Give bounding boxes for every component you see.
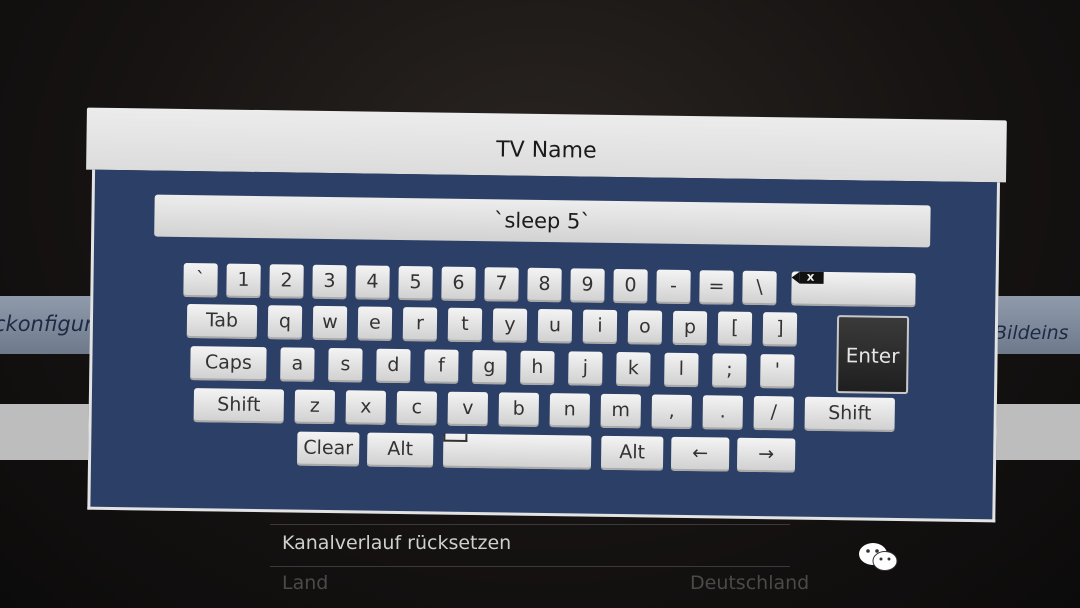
key-caps[interactable]: Caps: [190, 346, 267, 382]
key-y[interactable]: y: [492, 308, 528, 343]
key-f[interactable]: f: [424, 349, 459, 384]
key-4[interactable]: 4: [355, 265, 390, 300]
key-0[interactable]: 0: [613, 268, 648, 304]
key-period[interactable]: .: [702, 395, 743, 430]
key-x[interactable]: x: [345, 390, 387, 425]
key-minus[interactable]: -: [656, 269, 691, 305]
menu-item-reset-channel-history[interactable]: Kanalverlauf rücksetzen: [282, 532, 511, 554]
key-backtick[interactable]: `: [183, 262, 218, 298]
key-u[interactable]: u: [537, 308, 573, 344]
key-left-arrow[interactable]: ←: [670, 436, 730, 472]
menu-item-country[interactable]: Land: [282, 572, 328, 594]
key-k[interactable]: k: [616, 352, 651, 387]
backspace-icon: [799, 271, 824, 284]
key-c[interactable]: c: [396, 390, 438, 426]
key-w[interactable]: w: [312, 305, 348, 341]
space-key[interactable]: [442, 433, 592, 470]
key-quote[interactable]: ': [760, 354, 795, 389]
key-t[interactable]: t: [447, 307, 483, 343]
key-right-bracket[interactable]: ]: [762, 312, 798, 347]
key-r[interactable]: r: [402, 307, 438, 342]
key-a[interactable]: a: [280, 347, 315, 382]
key-z[interactable]: z: [294, 389, 336, 425]
key-comma[interactable]: ,: [651, 394, 692, 430]
key-g[interactable]: g: [472, 350, 507, 385]
space-icon: [443, 433, 468, 442]
key-p[interactable]: p: [672, 310, 708, 346]
key-n[interactable]: n: [549, 393, 591, 428]
key-v[interactable]: v: [447, 391, 489, 427]
key-m[interactable]: m: [600, 393, 641, 429]
key-clear[interactable]: Clear: [296, 431, 360, 467]
key-equals[interactable]: =: [699, 270, 734, 305]
key-alt[interactable]: Alt: [366, 432, 434, 468]
key-5[interactable]: 5: [398, 265, 433, 301]
key-slash[interactable]: /: [753, 395, 794, 431]
divider: [270, 566, 790, 567]
tv-name-dialog: TV Name `sleep 5` ` 1 2 3 4 5 6 7 8 9 0- = \ Tab q w e r t…: [81, 107, 1007, 537]
key-6[interactable]: 6: [441, 266, 476, 302]
key-j[interactable]: j: [568, 351, 603, 386]
key-q[interactable]: q: [267, 305, 303, 340]
menu-item-country-value: Deutschland: [690, 572, 810, 594]
key-i[interactable]: i: [582, 309, 618, 345]
key-h[interactable]: h: [520, 350, 555, 386]
key-tab[interactable]: Tab: [186, 304, 258, 339]
key-7[interactable]: 7: [484, 267, 519, 302]
key-shift[interactable]: Shift: [804, 396, 895, 432]
backspace-key[interactable]: [791, 271, 916, 308]
key-left-bracket[interactable]: [: [717, 311, 753, 346]
key-o[interactable]: o: [627, 310, 663, 345]
key-l[interactable]: l: [664, 352, 699, 388]
key-3[interactable]: 3: [312, 264, 347, 300]
key-alt[interactable]: Alt: [600, 435, 664, 471]
background-menu-label-right: Bildeins: [994, 322, 1069, 344]
wechat-icon: [859, 543, 898, 571]
key-2[interactable]: 2: [269, 264, 304, 299]
key-backslash[interactable]: \: [742, 270, 777, 306]
key-8[interactable]: 8: [527, 267, 562, 303]
enter-key[interactable]: Enter: [836, 315, 910, 395]
key-shift[interactable]: Shift: [193, 388, 285, 424]
key-s[interactable]: s: [328, 347, 363, 383]
key-right-arrow[interactable]: →: [736, 437, 796, 473]
keyboard-panel: `sleep 5` ` 1 2 3 4 5 6 7 8 9 0- = \ Tab q w e r t y u i o p [] C…: [87, 169, 1000, 523]
key-b[interactable]: b: [498, 392, 540, 427]
key-e[interactable]: e: [357, 306, 393, 341]
background-menu-label-left: ckonfigur: [0, 312, 93, 336]
tv-name-input[interactable]: `sleep 5`: [154, 194, 931, 248]
key-semicolon[interactable]: ;: [712, 353, 747, 388]
key-9[interactable]: 9: [570, 268, 605, 303]
dialog-title: TV Name: [496, 137, 597, 164]
key-1[interactable]: 1: [226, 263, 261, 299]
key-d[interactable]: d: [376, 348, 411, 384]
